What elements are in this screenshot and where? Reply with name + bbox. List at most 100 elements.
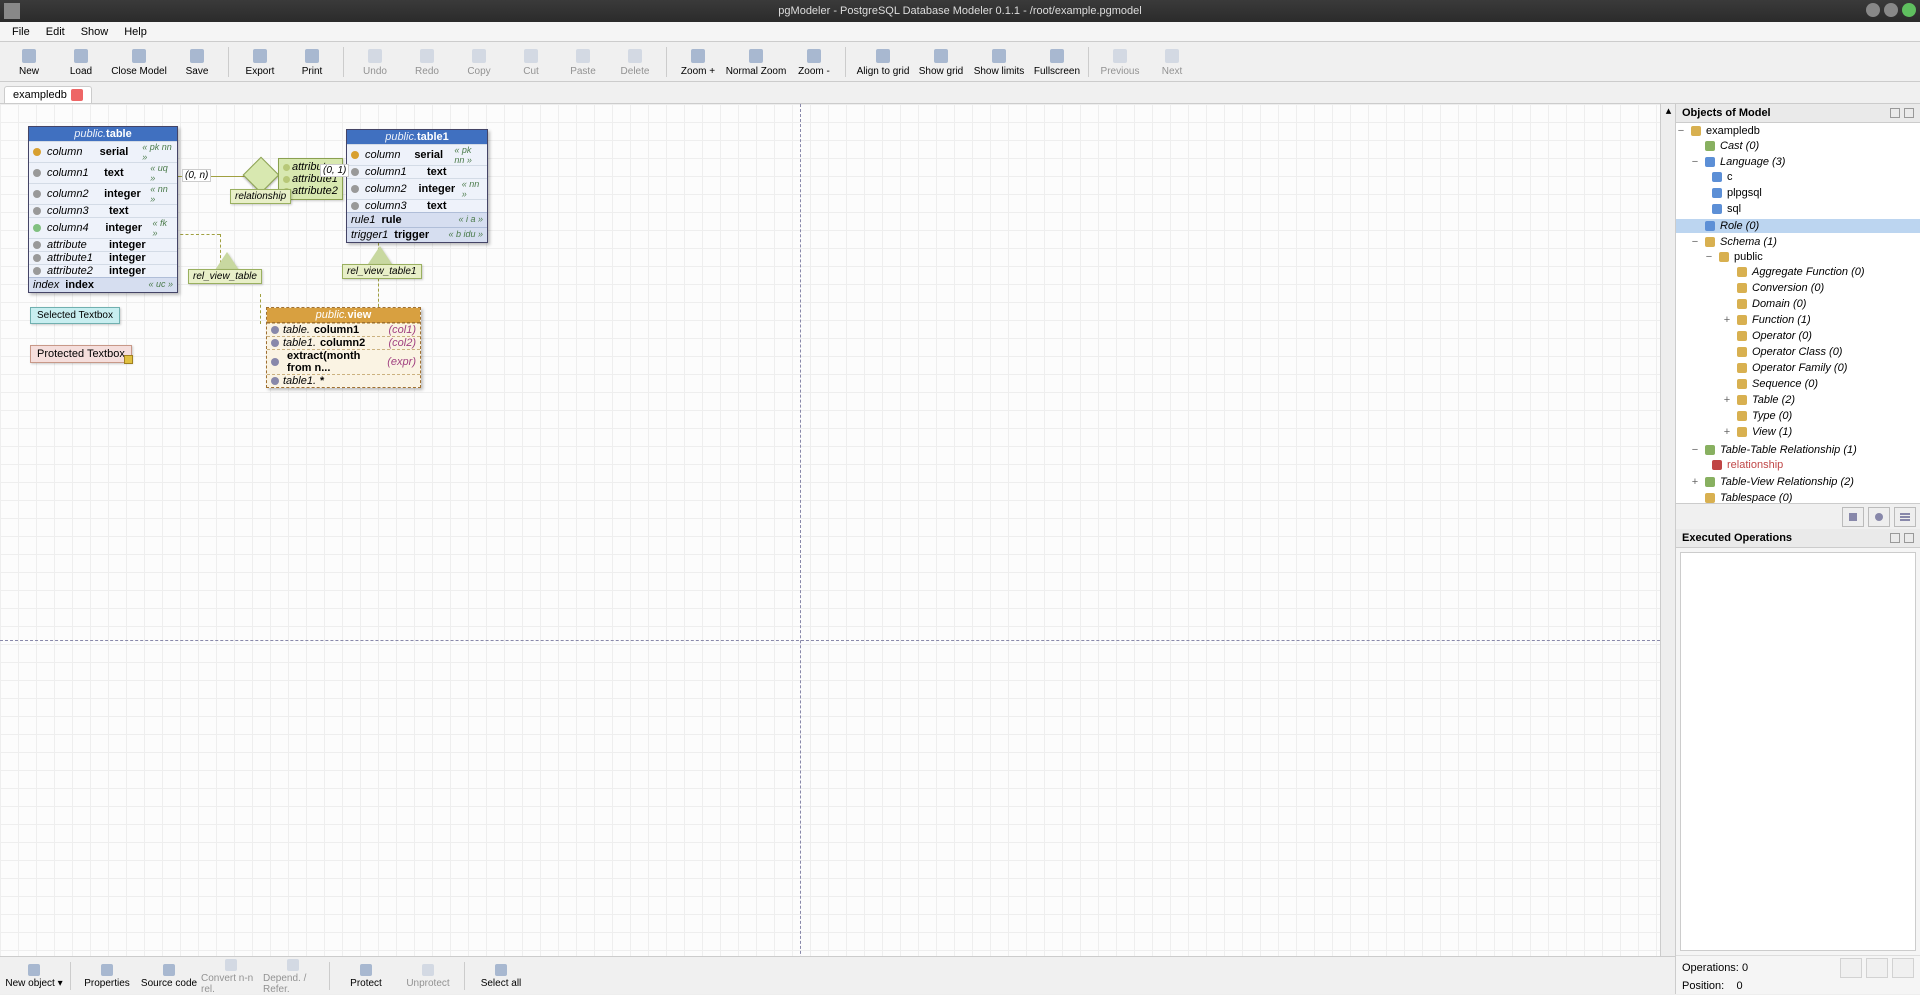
folder-icon [1717,250,1731,264]
new-object-button[interactable]: New object ▾ [4,958,64,994]
entity-view[interactable]: public.view table.column1(col1)table1.co… [266,307,421,388]
panel-detach-icon[interactable] [1890,533,1900,543]
menu-show[interactable]: Show [73,24,117,40]
ops-redo-button[interactable] [1866,958,1888,978]
panel-close-icon[interactable] [1904,533,1914,543]
tree-node[interactable]: +View (1) [1676,425,1920,439]
menu-file[interactable]: File [4,24,38,40]
rel-view-table-label[interactable]: rel_view_table [188,269,262,284]
cardinality-left: (0, n) [182,169,211,182]
ops-buttons [1840,958,1914,978]
cut-button: Cut [506,43,556,81]
vertical-scrollbar[interactable]: ▴ [1660,104,1675,979]
select-all-button[interactable]: Select all [471,958,531,994]
load-button[interactable]: Load [56,43,106,81]
entity-table[interactable]: public.table columnserial« pk nn »column… [28,126,178,293]
obj-icon [1735,265,1749,279]
normal-zoom-button[interactable]: Normal Zoom [725,43,787,81]
paste-button: Paste [558,43,608,81]
print-button[interactable]: Print [287,43,337,81]
objects-tree[interactable]: −exampledb Cast (0) −Language (3) c plpg… [1676,123,1920,503]
scroll-up-icon[interactable]: ▴ [1661,104,1675,119]
source-code-button[interactable]: Source code [139,958,199,994]
tree-btn-1[interactable] [1842,507,1864,527]
tree-node[interactable]: Domain (0) [1676,297,1920,311]
tree-node[interactable]: Operator Class (0) [1676,345,1920,359]
props-icon [99,962,115,978]
minimize-icon[interactable] [1866,3,1880,17]
show-limits-button[interactable]: Show limits [968,43,1030,81]
relationship-diamond[interactable] [243,157,280,194]
previous-button: Previous [1095,43,1145,81]
convert-n-n-rel--button: Convert n-n rel. [201,958,261,994]
close-icon[interactable] [1902,3,1916,17]
tree-node[interactable]: Operator (0) [1676,329,1920,343]
selected-textbox[interactable]: Selected Textbox [30,307,120,324]
tree-node[interactable]: Sequence (0) [1676,377,1920,391]
lang-item-icon [1710,186,1724,200]
menu-edit[interactable]: Edit [38,24,73,40]
export-button[interactable]: Export [235,43,285,81]
zoom--button[interactable]: Zoom - [789,43,839,81]
fullscreen-button[interactable]: Fullscreen [1032,43,1082,81]
column-row: columnserial« pk nn » [347,144,487,165]
convert-icon [223,957,239,973]
file-new-icon [20,47,38,65]
relationship-label[interactable]: relationship [230,189,291,204]
tree-node[interactable]: Type (0) [1676,409,1920,423]
redo-button: Redo [402,43,452,81]
canvas[interactable]: public.table columnserial« pk nn »column… [0,104,1675,994]
tree-btn-2[interactable] [1868,507,1890,527]
selectall-icon [493,962,509,978]
align-to-grid-button[interactable]: Align to grid [852,43,914,81]
obj-icon [1735,377,1749,391]
tree-node[interactable]: Aggregate Function (0) [1676,265,1920,279]
close-tab-icon[interactable] [71,89,83,101]
tree-node[interactable]: +Table (2) [1676,393,1920,407]
column-row: column2integer« nn » [347,178,487,199]
panel-close-icon[interactable] [1904,108,1914,118]
trash-icon [626,47,644,65]
objects-panel-header: Objects of Model [1676,104,1920,123]
properties-button[interactable]: Properties [77,958,137,994]
rel-view-triangle[interactable] [368,246,392,264]
rel-view-triangle[interactable] [215,252,239,270]
save-button[interactable]: Save [172,43,222,81]
column-row: attributeinteger [29,238,177,251]
column-row: columnserial« pk nn » [29,141,177,162]
ops-clear-button[interactable] [1892,958,1914,978]
tree-node[interactable]: Conversion (0) [1676,281,1920,295]
paste-icon [574,47,592,65]
table1-trigger-row: trigger1 trigger « b idu » [347,227,487,242]
protected-textbox[interactable]: Protected Textbox [30,345,132,363]
tree-node[interactable]: +Function (1) [1676,313,1920,327]
database-icon [1689,124,1703,138]
panel-detach-icon[interactable] [1890,108,1900,118]
tab-exampledb[interactable]: exampledb [4,86,92,103]
ops-undo-button[interactable] [1840,958,1862,978]
maximize-icon[interactable] [1884,3,1898,17]
canvas-wrap: public.table columnserial« pk nn »column… [0,104,1675,994]
lock-icon [358,962,374,978]
titlebar: pgModeler - PostgreSQL Database Modeler … [0,0,1920,22]
show-grid-button[interactable]: Show grid [916,43,966,81]
column-row: column1text« uq » [29,162,177,183]
close-x-icon [130,47,148,65]
align-grid-icon [874,47,892,65]
rel-view-table1-label[interactable]: rel_view_table1 [342,264,422,279]
close-model-button[interactable]: Close Model [108,43,170,81]
new-button[interactable]: New [4,43,54,81]
undo-icon [366,47,384,65]
app-icon [4,3,20,19]
protect-button[interactable]: Protect [336,958,396,994]
tree-btn-3[interactable] [1894,507,1916,527]
view-row: table1.column2(col2) [267,336,420,349]
zoom--button[interactable]: Zoom + [673,43,723,81]
obj-icon [1735,425,1749,439]
obj-icon [1735,313,1749,327]
ops-list[interactable] [1680,552,1916,951]
menubar: File Edit Show Help [0,22,1920,42]
entity-table1[interactable]: public.table1 columnserial« pk nn »colum… [346,129,488,243]
menu-help[interactable]: Help [116,24,155,40]
tree-node[interactable]: Operator Family (0) [1676,361,1920,375]
